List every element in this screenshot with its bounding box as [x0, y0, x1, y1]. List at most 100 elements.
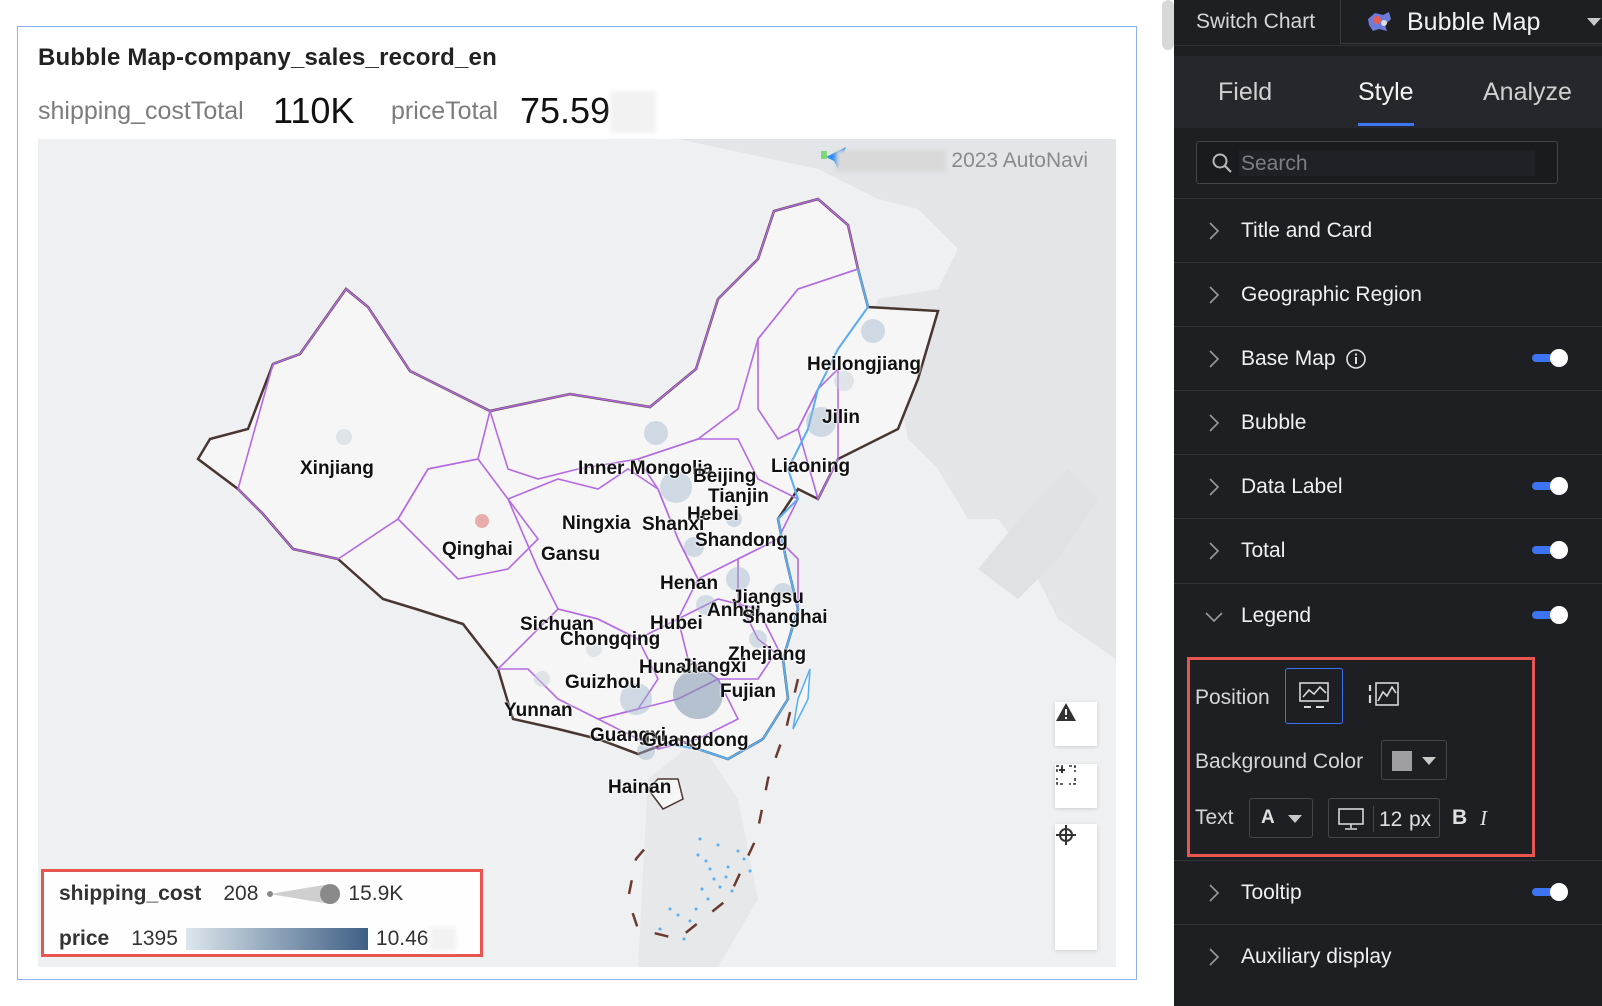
base-map-toggle[interactable]: [1532, 349, 1568, 367]
search-placeholder: Search: [1241, 152, 1308, 175]
section-label: Legend: [1241, 604, 1312, 627]
chart-card[interactable]: Bubble Map-company_sales_record_en shipp…: [17, 26, 1137, 980]
monitor-icon: [1337, 807, 1365, 836]
label-yunnan: Yunnan: [504, 700, 573, 721]
font-size-unit: px: [1409, 808, 1432, 831]
chevron-right-icon: [1208, 285, 1220, 310]
color-legend: price 1395 10.46: [59, 927, 457, 951]
color-legend-min: 1395: [131, 927, 178, 950]
chart-type-dropdown[interactable]: Bubble Map: [1340, 0, 1602, 44]
section-bubble[interactable]: Bubble: [1174, 390, 1602, 454]
active-tab-indicator: [1358, 123, 1414, 126]
section-title-and-card[interactable]: Title and Card: [1174, 198, 1602, 262]
section-total[interactable]: Total: [1174, 518, 1602, 582]
bold-button[interactable]: B: [1452, 806, 1467, 830]
font-size-value: 12: [1379, 808, 1403, 831]
scrollbar[interactable]: [1162, 0, 1174, 50]
bubble-map-icon: [1365, 9, 1393, 40]
bubble-map[interactable]: 2023 AutoNavi Heilongjiang Jilin Liaonin…: [38, 139, 1116, 967]
label-ningxia: Ningxia: [562, 513, 631, 534]
chevron-right-icon: [1208, 221, 1220, 246]
settings-panel: Switch Chart Bubble Map Field Style Anal…: [1174, 0, 1602, 1006]
chevron-down-icon: [1587, 18, 1601, 26]
tab-analyze[interactable]: Analyze: [1483, 78, 1572, 107]
tab-style[interactable]: Style: [1358, 78, 1414, 107]
legend-position-left-button[interactable]: [1354, 668, 1412, 724]
total-toggle[interactable]: [1532, 541, 1568, 559]
legend-settings: Position Background Color Text A 12 px B…: [1174, 648, 1602, 860]
size-legend-min: 208: [223, 882, 259, 905]
redacted-block: [430, 927, 457, 951]
section-label: Geographic Region: [1241, 283, 1422, 306]
chevron-right-icon: [1208, 477, 1220, 502]
background-color-label: Background Color: [1195, 750, 1364, 773]
label-fujian: Fujian: [720, 681, 776, 702]
font-color-dropdown[interactable]: A: [1249, 798, 1313, 838]
switch-chart-label: Switch Chart: [1196, 10, 1316, 33]
panel-topbar: Switch Chart Bubble Map: [1174, 0, 1602, 46]
size-legend-max: 15.9K: [348, 882, 404, 905]
attribution-text: 2023 AutoNavi: [951, 149, 1088, 172]
size-legend: shipping_cost 208 15.9K: [59, 882, 403, 906]
label-jilin: Jilin: [822, 407, 861, 428]
label-henan: Henan: [660, 573, 719, 594]
label-xinjiang: Xinjiang: [300, 458, 374, 479]
section-label: Auxiliary display: [1241, 945, 1392, 968]
italic-button[interactable]: I: [1480, 806, 1487, 831]
label-chongqing: Chongqing: [560, 629, 661, 650]
label-shandong: Shandong: [695, 530, 788, 551]
data-label-toggle[interactable]: [1532, 477, 1568, 495]
label-hainan: Hainan: [608, 777, 672, 798]
section-legend[interactable]: Legend: [1174, 583, 1602, 647]
section-geographic-region[interactable]: Geographic Region: [1174, 262, 1602, 326]
color-legend-max: 10.46: [375, 927, 429, 950]
price-total-value: 75.59: [520, 90, 611, 131]
section-data-label[interactable]: Data Label: [1174, 454, 1602, 518]
section-tooltip[interactable]: Tooltip: [1174, 860, 1602, 924]
shipping-cost-total-value: 110K: [273, 90, 355, 131]
section-label: Title and Card: [1241, 219, 1373, 242]
redacted-block: [610, 91, 656, 133]
label-guizhou: Guizhou: [565, 672, 641, 693]
warning-icon[interactable]: [1055, 702, 1097, 746]
legend-toggle[interactable]: [1532, 606, 1568, 624]
section-base-map[interactable]: Base Map: [1174, 326, 1602, 390]
zoom-controls: [1055, 824, 1097, 950]
label-guangdong: Guangdong: [642, 730, 749, 751]
chevron-down-icon: [1288, 815, 1302, 823]
label-qinghai: Qinghai: [442, 539, 513, 560]
chevron-right-icon: [1208, 413, 1220, 438]
map-attribution: 2023 AutoNavi: [835, 149, 1088, 173]
size-legend-scale: [267, 884, 341, 904]
legend-position-bottom-button[interactable]: [1285, 668, 1343, 724]
tab-field[interactable]: Field: [1218, 78, 1272, 107]
section-label: Bubble: [1241, 411, 1307, 434]
chart-type-label: Bubble Map: [1407, 8, 1541, 36]
background-color-picker[interactable]: [1381, 740, 1447, 780]
chevron-right-icon: [1208, 349, 1220, 374]
fullscreen-icon[interactable]: [1055, 764, 1097, 808]
section-label: Base Map: [1241, 347, 1336, 370]
label-shanghai: Shanghai: [742, 607, 828, 628]
info-icon[interactable]: [1345, 348, 1367, 375]
label-liaoning: Liaoning: [771, 456, 851, 477]
section-auxiliary-display[interactable]: Auxiliary display: [1174, 924, 1602, 988]
chart-title: Bubble Map-company_sales_record_en: [38, 44, 497, 71]
font-color-letter: A: [1261, 807, 1275, 828]
tooltip-toggle[interactable]: [1532, 883, 1568, 901]
search-icon: [1211, 152, 1233, 179]
label-gansu: Gansu: [541, 544, 601, 565]
shipping-cost-total-label: shipping_costTotal: [38, 97, 244, 125]
section-label: Total: [1241, 539, 1286, 562]
label-jiangxi: Jiangxi: [681, 656, 747, 677]
font-size-input[interactable]: 12 px: [1328, 798, 1440, 838]
label-heilongjiang: Heilongjiang: [807, 354, 921, 375]
text-label: Text: [1195, 806, 1234, 829]
redacted-attribution: [835, 150, 946, 173]
section-label: Tooltip: [1241, 881, 1302, 904]
size-legend-field: shipping_cost: [59, 882, 202, 905]
price-total-label: priceTotal: [391, 97, 498, 125]
chevron-right-icon: [1208, 947, 1220, 972]
color-swatch: [1392, 751, 1412, 771]
search-input[interactable]: Search: [1196, 141, 1558, 184]
